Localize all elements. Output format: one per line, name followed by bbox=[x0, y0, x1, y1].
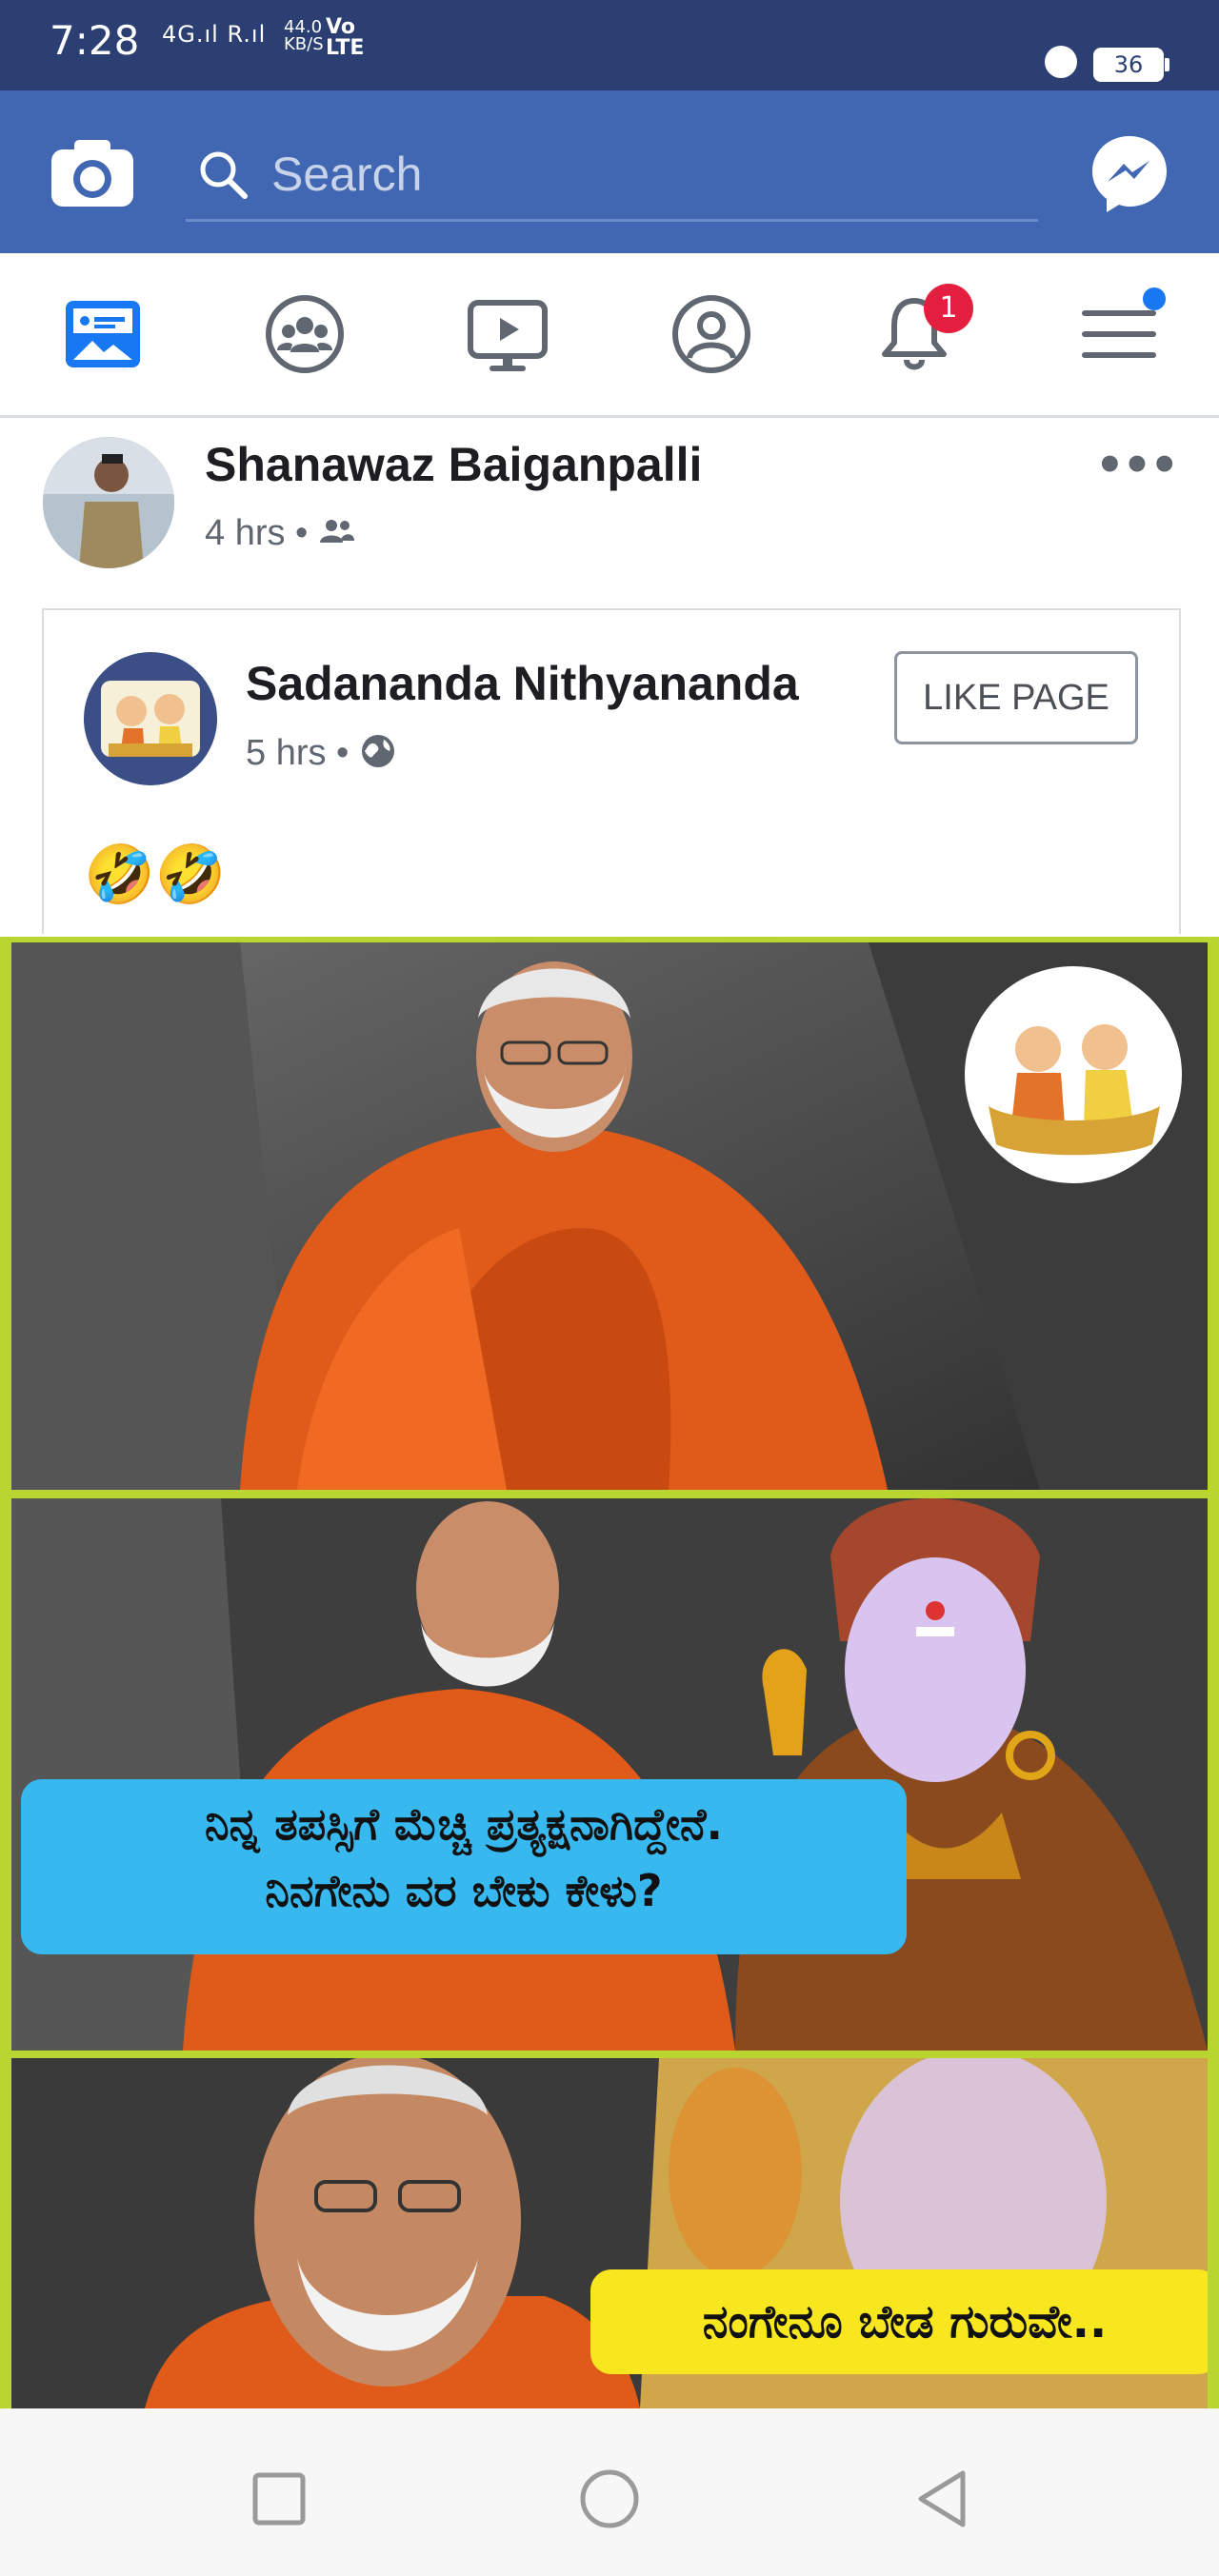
lock-icon bbox=[1045, 46, 1077, 78]
menu-indicator-dot bbox=[1143, 287, 1166, 310]
like-page-button[interactable]: LIKE PAGE bbox=[894, 651, 1138, 744]
search-icon bbox=[200, 151, 248, 199]
signal-indicator: 4G.ıl R.ıl bbox=[162, 21, 267, 48]
watch-icon[interactable] bbox=[465, 291, 550, 377]
camera-icon[interactable] bbox=[50, 136, 135, 208]
more-options-button[interactable]: ••• bbox=[1095, 439, 1179, 492]
meme-panel-3: ನಂಗೇನೂ ಬೇಡ ಗುರುವೇ.. bbox=[11, 2058, 1208, 2408]
post-author-name[interactable]: Shanawaz Baiganpalli bbox=[205, 437, 702, 492]
battery-indicator: 36 bbox=[1093, 48, 1169, 82]
speech-bubble-shiva: ನಿನ್ನ ತಪಸ್ಸಿಗೆ ಮೆಚ್ಚಿ ಪ್ರತ್ಯಕ್ಷನಾಗಿದ್ದೇನ… bbox=[21, 1779, 907, 1954]
author-avatar[interactable] bbox=[43, 437, 174, 568]
meme-panel-1 bbox=[11, 942, 1208, 1490]
page-logo-watermark bbox=[965, 966, 1182, 1183]
home-icon[interactable] bbox=[576, 2466, 643, 2532]
back-icon[interactable] bbox=[909, 2466, 976, 2532]
system-nav-bar bbox=[0, 2408, 1219, 2576]
shared-post-card: Sadananda Nithyananda 5 hrs • LIKE PAGE … bbox=[42, 608, 1181, 934]
network-speed: 44.0 KB/S bbox=[284, 17, 324, 54]
friends-icon bbox=[319, 520, 354, 543]
groups-icon[interactable] bbox=[262, 291, 348, 377]
globe-icon bbox=[361, 735, 394, 767]
page-avatar[interactable] bbox=[84, 652, 217, 785]
volte-indicator: Vo LTE bbox=[326, 15, 365, 60]
app-header bbox=[0, 90, 1219, 253]
messenger-icon[interactable] bbox=[1089, 132, 1170, 214]
search-input[interactable] bbox=[271, 133, 1014, 215]
shared-post-timestamp: 5 hrs • bbox=[246, 732, 397, 774]
profile-icon[interactable] bbox=[669, 291, 754, 377]
notification-badge: 1 bbox=[924, 284, 973, 333]
page-name[interactable]: Sadananda Nithyananda bbox=[246, 656, 799, 711]
meme-panel-2: ನಿನ್ನ ತಪಸ್ಸಿಗೆ ಮೆಚ್ಚಿ ಪ್ರತ್ಯಕ್ಷನಾಗಿದ್ದೇನ… bbox=[11, 1498, 1208, 2051]
post-image[interactable]: ನಿನ್ನ ತಪಸ್ಸಿಗೆ ಮೆಚ್ಚಿ ಪ್ರತ್ಯಕ್ಷನಾಗಿದ್ದೇನ… bbox=[0, 937, 1219, 2408]
recent-apps-icon[interactable] bbox=[246, 2466, 312, 2532]
status-time: 7:28 bbox=[50, 17, 140, 64]
post-text: 🤣🤣 bbox=[84, 842, 227, 908]
search-bar[interactable] bbox=[186, 133, 1038, 222]
status-bar: 7:28 4G.ıl R.ıl 44.0 KB/S Vo LTE 36 bbox=[0, 0, 1219, 90]
newsfeed-icon[interactable] bbox=[60, 291, 146, 377]
tab-bar bbox=[0, 253, 1219, 418]
news-feed: Shanawaz Baiganpalli 4 hrs • ••• Sadanan… bbox=[0, 418, 1219, 2408]
post-timestamp: 4 hrs • bbox=[205, 513, 356, 554]
speech-bubble-reply: ನಂಗೇನೂ ಬೇಡ ಗುರುವೇ.. bbox=[590, 2269, 1208, 2374]
